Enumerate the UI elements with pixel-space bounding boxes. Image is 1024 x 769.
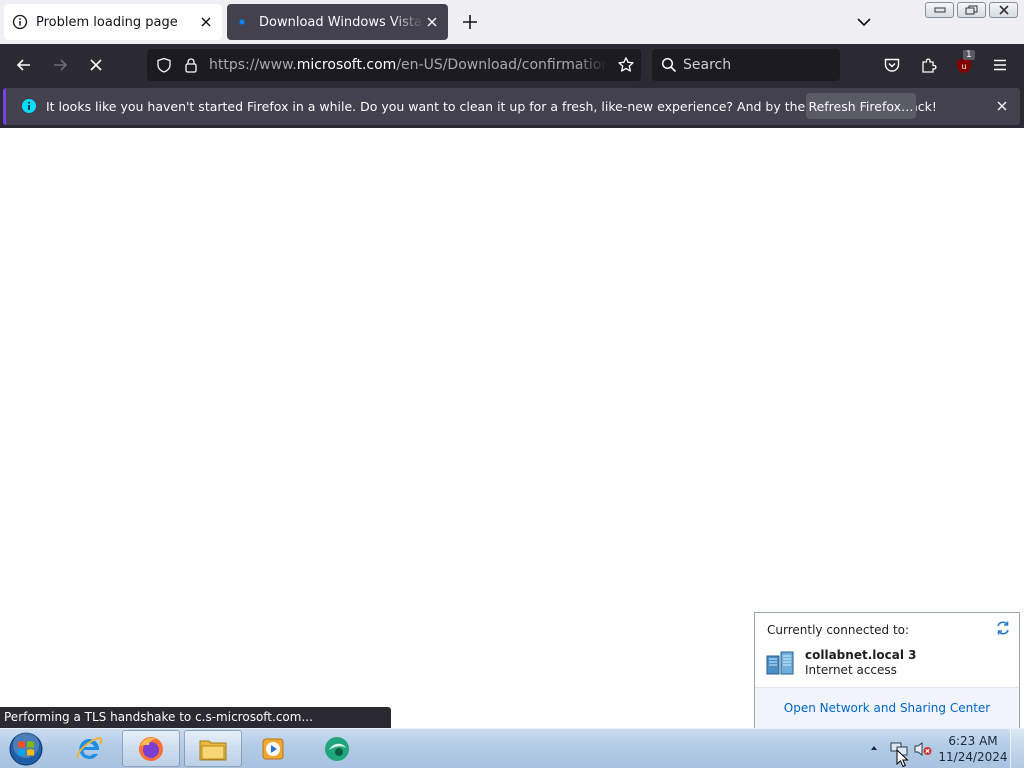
loading-dot-icon: [235, 14, 251, 30]
tab-title: Download Windows Vista Servi: [259, 14, 424, 30]
minimize-button[interactable]: [925, 2, 954, 18]
firefox-icon: [136, 734, 166, 764]
start-button[interactable]: [6, 731, 46, 767]
bookmark-star-icon[interactable]: [617, 56, 635, 74]
file-explorer-taskbar-button[interactable]: [184, 730, 242, 767]
firefox-taskbar-button[interactable]: [122, 730, 180, 767]
lock-icon[interactable]: [183, 57, 199, 73]
flyout-footer: Open Network and Sharing Center: [755, 687, 1019, 728]
media-player-icon: [258, 734, 288, 764]
url-text[interactable]: https://www.microsoft.com/en-US/Download…: [209, 57, 607, 73]
refresh-firefox-button[interactable]: Refresh Firefox…: [806, 93, 916, 119]
network-access-status: Internet access: [805, 663, 897, 677]
flyout-header: Currently connected to:: [767, 623, 910, 637]
new-tab-button[interactable]: [460, 12, 480, 32]
stop-loading-button[interactable]: [84, 53, 108, 77]
extensions-puzzle-icon[interactable]: [917, 53, 941, 77]
window-controls: [925, 2, 1018, 18]
internet-explorer-taskbar-button[interactable]: [60, 730, 118, 767]
refresh-icon[interactable]: [995, 620, 1011, 636]
notification-message: It looks like you haven't started Firefo…: [46, 99, 937, 114]
svg-text:u: u: [961, 62, 966, 71]
tab-close-icon[interactable]: [424, 14, 440, 30]
open-network-sharing-center-link[interactable]: Open Network and Sharing Center: [755, 701, 1019, 715]
close-notification-icon[interactable]: [996, 100, 1008, 112]
ublock-origin-icon[interactable]: u 1: [952, 50, 976, 77]
list-all-tabs-chevron-icon[interactable]: [855, 13, 873, 31]
tab-title: Problem loading page: [36, 14, 178, 30]
volume-muted-icon[interactable]: [913, 739, 933, 759]
info-icon: [12, 14, 28, 30]
pocket-icon[interactable]: [880, 53, 904, 77]
tab-close-icon[interactable]: [198, 14, 214, 30]
forward-button[interactable]: [48, 53, 72, 77]
network-domain-icon: [764, 647, 796, 679]
search-icon: [661, 57, 677, 73]
tab-problem-loading[interactable]: Problem loading page: [4, 4, 222, 40]
network-name[interactable]: collabnet.local 3: [805, 648, 916, 662]
media-player-taskbar-button[interactable]: [244, 730, 302, 767]
info-icon: [21, 98, 37, 114]
shield-icon[interactable]: [156, 57, 172, 73]
system-clock[interactable]: 6:23 AM 11/24/2024: [932, 733, 1014, 765]
extension-badge: 1: [963, 50, 975, 60]
url-bar[interactable]: https://www.microsoft.com/en-US/Download…: [147, 49, 641, 81]
restore-button[interactable]: [957, 2, 986, 18]
mouse-cursor-icon: [896, 749, 910, 769]
network-flyout: Currently connected to: collabnet.local …: [754, 612, 1020, 728]
clock-date: 11/24/2024: [938, 750, 1008, 764]
show-hidden-icons-arrow[interactable]: [869, 743, 879, 753]
refresh-firefox-notification: It looks like you haven't started Firefo…: [0, 86, 1024, 128]
search-bar[interactable]: Search: [652, 49, 840, 81]
app-icon: [321, 734, 353, 764]
taskbar: 6:23 AM 11/24/2024: [0, 728, 1024, 769]
back-button[interactable]: [12, 53, 36, 77]
tab-bar: Problem loading page Download Windows Vi…: [0, 0, 1024, 44]
tab-download-vista[interactable]: Download Windows Vista Servi: [227, 4, 448, 40]
status-panel: Performing a TLS handshake to c.s-micros…: [0, 707, 391, 728]
app-taskbar-button[interactable]: [308, 730, 366, 767]
internet-explorer-icon: [74, 734, 104, 764]
close-window-button[interactable]: [989, 2, 1018, 18]
search-input[interactable]: Search: [683, 57, 731, 73]
navigation-toolbar: https://www.microsoft.com/en-US/Download…: [0, 44, 1024, 86]
notification-box: It looks like you haven't started Firefo…: [3, 88, 1020, 125]
clock-time: 6:23 AM: [948, 734, 998, 748]
hamburger-menu-icon[interactable]: [988, 53, 1012, 77]
show-desktop-button[interactable]: [1010, 729, 1024, 769]
file-explorer-icon: [197, 734, 229, 764]
